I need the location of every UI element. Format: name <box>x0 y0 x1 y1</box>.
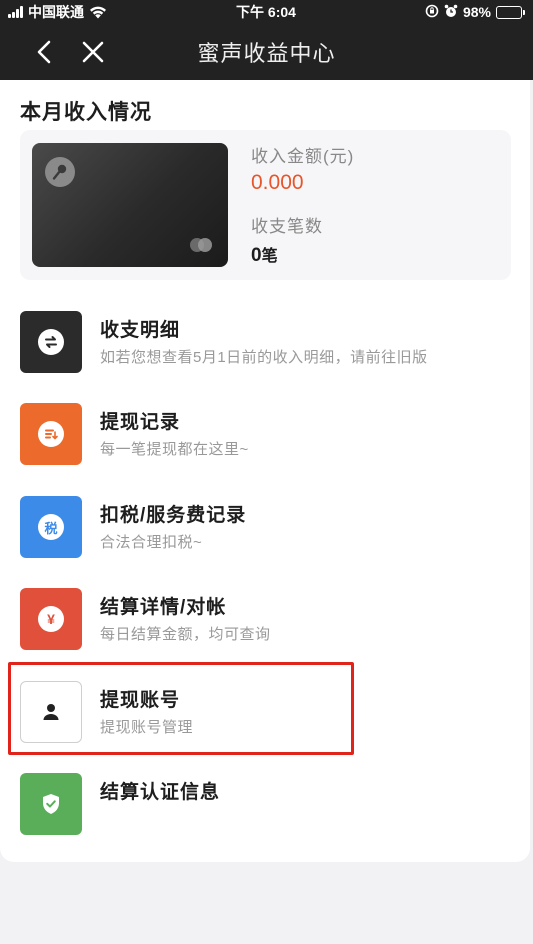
menu-subtitle: 每日结算金额，均可查询 <box>100 626 271 643</box>
menu-item-transaction-details[interactable]: 收支明细 如若您想查看5月1日前的收入明细，请前往旧版 <box>20 311 490 375</box>
menu-icon-bg: 税 <box>20 496 82 558</box>
menu-title: 提现记录 <box>100 412 181 433</box>
chevron-left-icon <box>37 40 51 64</box>
nav-bar: 蜜声收益中心 <box>0 24 533 80</box>
alarm-icon <box>444 4 458 21</box>
income-card-image <box>32 143 228 267</box>
menu-subtitle: 如若您想查看5月1日前的收入明细，请前往旧版 <box>100 349 428 366</box>
rotation-lock-icon <box>425 4 439 21</box>
highlight-box <box>8 662 354 755</box>
income-summary: 收入金额(元) 0.000 收支笔数 0笔 <box>20 130 511 280</box>
count-value: 0笔 <box>251 242 278 267</box>
count-label: 收支笔数 <box>251 217 323 236</box>
menu-item-settlement-details[interactable]: ¥ 结算详情/对帐 每日结算金额，均可查询 <box>20 588 490 652</box>
menu-item-settlement-verification[interactable]: 结算认证信息 <box>20 773 490 837</box>
close-button[interactable] <box>73 24 113 80</box>
yen-icon: ¥ <box>38 606 64 632</box>
amount-value: 0.000 <box>251 171 304 194</box>
count-number: 0 <box>251 245 262 266</box>
menu-item-tax-fee-records[interactable]: 税 扣税/服务费记录 合法合理扣税~ <box>20 496 490 560</box>
yen-icon-glyph: ¥ <box>47 611 55 627</box>
status-bar: 中国联通 下午 6:04 98% ⚡ <box>0 0 533 24</box>
microphone-icon <box>45 157 75 187</box>
card-logo-icon <box>190 238 212 252</box>
menu-subtitle: 合法合理扣税~ <box>100 534 203 551</box>
menu-title: 扣税/服务费记录 <box>100 505 247 526</box>
back-button[interactable] <box>24 24 64 80</box>
signal-icon <box>8 6 23 18</box>
wifi-icon <box>90 6 106 19</box>
menu-icon-bg: ¥ <box>20 588 82 650</box>
menu-icon-bg <box>20 773 82 835</box>
list-icon <box>38 421 64 447</box>
count-unit: 笔 <box>261 248 278 265</box>
menu-title: 结算认证信息 <box>100 782 221 803</box>
tax-icon-glyph: 税 <box>44 520 58 536</box>
section-title: 本月收入情况 <box>20 101 152 124</box>
carrier-name: 中国联通 <box>28 4 84 20</box>
menu-item-withdraw-records[interactable]: 提现记录 每一笔提现都在这里~ <box>20 403 490 467</box>
menu-icon-bg <box>20 311 82 373</box>
swap-icon <box>38 329 64 355</box>
battery-percent: 98% <box>462 4 491 20</box>
close-icon <box>82 41 104 63</box>
shield-check-icon <box>43 794 59 814</box>
menu-title: 结算详情/对帐 <box>100 597 227 618</box>
menu-icon-bg <box>20 403 82 465</box>
tax-icon: 税 <box>38 514 64 540</box>
amount-label: 收入金额(元) <box>251 147 355 166</box>
top-bar: 中国联通 下午 6:04 98% ⚡ 蜜声收益中心 <box>0 0 533 80</box>
status-time: 下午 6:04 <box>236 4 296 20</box>
battery-icon: ⚡ <box>495 5 525 19</box>
menu-title: 收支明细 <box>100 320 181 341</box>
menu-subtitle: 每一笔提现都在这里~ <box>100 441 249 458</box>
